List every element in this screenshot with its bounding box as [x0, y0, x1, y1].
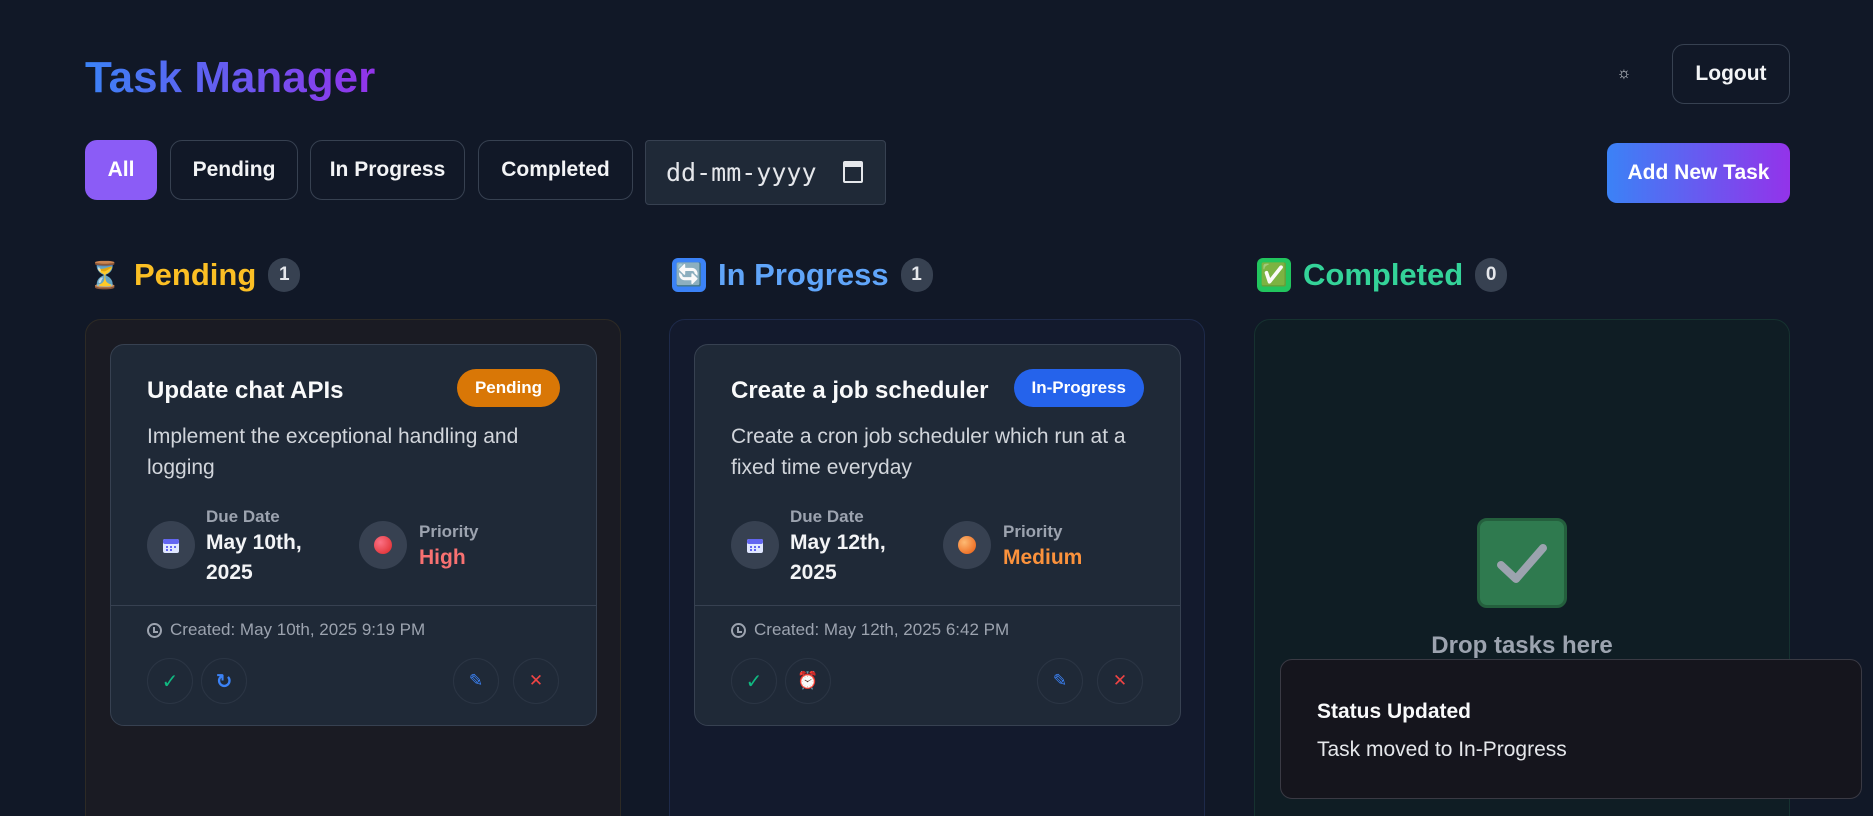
clock-icon — [731, 622, 746, 638]
check-mark-icon — [1477, 518, 1567, 608]
delete-task-button[interactable]: ✕ — [1097, 658, 1143, 704]
priority-dot-icon — [359, 521, 407, 569]
card-divider — [111, 605, 596, 606]
check-box-icon: ✅ — [1257, 258, 1291, 292]
due-date-value-line1: May 10th, — [206, 531, 302, 554]
pending-column[interactable]: Update chat APIs Pending Implement the e… — [85, 319, 621, 816]
task-card[interactable]: Update chat APIs Pending Implement the e… — [110, 344, 597, 726]
due-date-value-line1: May 12th, — [790, 531, 886, 554]
pending-count-badge: 1 — [268, 258, 301, 292]
priority-dot-icon — [943, 521, 991, 569]
priority-label: Priority — [419, 522, 479, 541]
filter-pending-button[interactable]: Pending — [170, 140, 298, 200]
due-date-value-line2: 2025 — [790, 561, 837, 584]
add-new-task-button[interactable]: Add New Task — [1607, 143, 1790, 203]
alarm-clock-button[interactable]: ⏰ — [785, 658, 831, 704]
created-timestamp: Created: May 10th, 2025 9:19 PM — [147, 620, 425, 640]
task-title: Update chat APIs — [147, 377, 344, 404]
delete-task-button[interactable]: ✕ — [513, 658, 559, 704]
due-date-label: Due Date — [790, 507, 864, 526]
clock-icon — [147, 622, 162, 638]
card-divider — [695, 605, 1180, 606]
date-placeholder: dd-mm-yyyy — [666, 158, 817, 187]
status-badge: In-Progress — [1013, 369, 1144, 407]
priority-label: Priority — [1003, 522, 1063, 541]
refresh-icon: 🔄 — [672, 258, 706, 292]
toast-notification: Status Updated Task moved to In-Progress — [1280, 659, 1862, 799]
created-timestamp: Created: May 12th, 2025 6:42 PM — [731, 620, 1009, 640]
move-to-in-progress-button[interactable]: ↻ — [201, 658, 247, 704]
completed-column-title: Completed — [1303, 257, 1464, 292]
task-title: Create a job scheduler — [731, 377, 989, 404]
due-date-filter-input[interactable]: dd-mm-yyyy — [645, 140, 886, 205]
in-progress-column-header: 🔄 In Progress 1 — [672, 255, 933, 295]
app-title: Task Manager — [85, 50, 375, 106]
filter-completed-button[interactable]: Completed — [478, 140, 633, 200]
toast-message: Task moved to In-Progress — [1317, 738, 1567, 761]
in-progress-count-badge: 1 — [900, 258, 933, 292]
filter-all-button[interactable]: All — [85, 140, 157, 200]
edit-task-button[interactable]: ✎ — [453, 658, 499, 704]
toast-title: Status Updated — [1317, 700, 1472, 723]
hourglass-icon: ⏳ — [88, 259, 122, 290]
completed-column-header: ✅ Completed 0 — [1257, 255, 1508, 295]
in-progress-column[interactable]: Create a job scheduler In-Progress Creat… — [669, 319, 1205, 816]
filter-in-progress-button[interactable]: In Progress — [310, 140, 465, 200]
mark-complete-button[interactable]: ✓ — [731, 658, 777, 704]
calendar-icon[interactable] — [843, 161, 863, 183]
due-date-label: Due Date — [206, 507, 280, 526]
pending-column-header: ⏳ Pending 1 — [88, 255, 301, 295]
due-date-value-line2: 2025 — [206, 561, 253, 584]
task-card[interactable]: Create a job scheduler In-Progress Creat… — [694, 344, 1181, 726]
calendar-icon — [147, 521, 195, 569]
edit-task-button[interactable]: ✎ — [1037, 658, 1083, 704]
calendar-icon — [731, 521, 779, 569]
created-text: Created: May 12th, 2025 6:42 PM — [754, 620, 1010, 639]
task-description: Implement the exceptional handling and l… — [147, 425, 519, 479]
created-text: Created: May 10th, 2025 9:19 PM — [170, 620, 426, 639]
logout-button[interactable]: Logout — [1672, 44, 1790, 104]
pending-column-title: Pending — [134, 257, 257, 292]
priority-value: Medium — [1003, 546, 1083, 569]
mark-complete-button[interactable]: ✓ — [147, 658, 193, 704]
theme-toggle-icon[interactable]: ☼ — [1610, 60, 1638, 88]
status-badge: Pending — [456, 369, 560, 407]
task-description: Create a cron job scheduler which run at… — [731, 425, 1126, 479]
completed-count-badge: 0 — [1475, 258, 1508, 292]
drop-zone-text: Drop tasks here — [1431, 632, 1613, 659]
in-progress-column-title: In Progress — [718, 257, 889, 292]
priority-value: High — [419, 546, 466, 569]
